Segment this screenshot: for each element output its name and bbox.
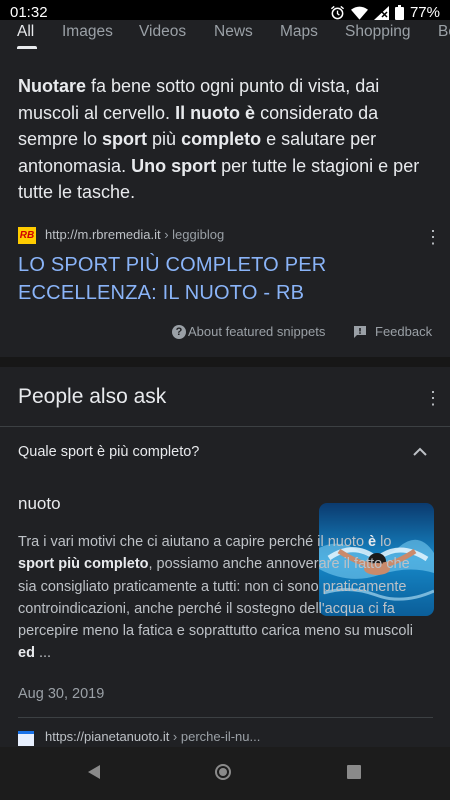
feedback-button[interactable]: Feedback: [353, 324, 432, 339]
answer-heading: nuoto: [18, 494, 61, 513]
tab-images[interactable]: Images: [62, 23, 113, 41]
active-tab-indicator: [17, 46, 37, 49]
featured-snippet-text: Nuotare fa bene sotto ogni punto di vist…: [18, 73, 433, 206]
search-tabs: All Images Videos News Maps Shopping Bo: [0, 20, 450, 50]
tab-books[interactable]: Bo: [438, 23, 450, 41]
featured-result-title[interactable]: LO SPORT PIÙ COMPLETO PER ECCELLENZA: IL…: [18, 251, 418, 307]
battery-icon: [394, 5, 404, 20]
back-icon[interactable]: [86, 764, 102, 780]
about-label: About featured snippets: [188, 324, 326, 339]
status-icons: 77%: [330, 4, 440, 21]
about-featured-snippets-link[interactable]: ? About featured snippets: [172, 324, 325, 339]
answer-segment-text: lo: [376, 534, 392, 550]
feedback-icon: [354, 325, 366, 338]
snippet-segment-bold: Uno sport: [131, 155, 217, 176]
answer-date: Aug 30, 2019: [18, 686, 105, 702]
snippet-segment-text: più: [147, 129, 182, 149]
navigation-bar: [0, 747, 450, 800]
divider: [0, 426, 450, 427]
divider: [18, 717, 433, 718]
recents-icon[interactable]: [347, 765, 361, 779]
snippet-segment-bold: Il nuoto è: [175, 102, 256, 123]
answer-segment-bold: sport più completo: [18, 556, 149, 573]
alarm-icon: [330, 5, 345, 20]
more-options-icon[interactable]: ⋮: [424, 228, 442, 246]
tab-news[interactable]: News: [214, 23, 253, 41]
snippet-segment-bold: sport: [102, 129, 148, 149]
pianetanuoto-favicon: [18, 731, 34, 746]
snippet-footer: ? About featured snippets Feedback: [0, 322, 450, 344]
featured-source[interactable]: RB http://m.rbremedia.it › leggiblog: [18, 226, 438, 246]
paa-question[interactable]: Quale sport è più completo?: [18, 444, 199, 460]
paa-more-options-icon[interactable]: ⋮: [424, 389, 442, 407]
tab-shopping[interactable]: Shopping: [345, 23, 411, 41]
answer-segment-text: Tra i vari motivi che ci aiutano a capir…: [18, 534, 369, 550]
signal-icon: [373, 5, 389, 20]
wifi-icon: [350, 6, 368, 20]
answer-segment-text: ...: [34, 645, 52, 662]
snippet-segment-bold: Nuotare: [18, 76, 87, 96]
rbremedia-favicon: RB: [18, 227, 36, 244]
answer-segment-bold: è: [368, 534, 377, 550]
clock: 01:32: [10, 4, 48, 21]
answer-text: Tra i vari motivi che ci aiutano a capir…: [18, 531, 420, 665]
battery-percent: 77%: [409, 4, 440, 21]
chevron-up-icon[interactable]: [412, 446, 428, 458]
tab-maps[interactable]: Maps: [280, 23, 318, 41]
source-url: http://m.rbremedia.it › leggiblog: [45, 227, 225, 242]
help-icon: ?: [172, 324, 186, 339]
tab-videos[interactable]: Videos: [139, 23, 186, 41]
feedback-label: Feedback: [375, 324, 433, 339]
people-also-ask-heading: People also ask: [18, 385, 167, 408]
home-icon[interactable]: [215, 764, 231, 780]
answer-segment-bold: ed: [18, 645, 35, 662]
section-divider: [0, 357, 450, 367]
snippet-segment-bold: completo: [181, 129, 262, 149]
tab-all[interactable]: All: [17, 23, 34, 41]
paa-source-url: https://pianetanuoto.it › perche-il-nu..…: [45, 729, 261, 744]
